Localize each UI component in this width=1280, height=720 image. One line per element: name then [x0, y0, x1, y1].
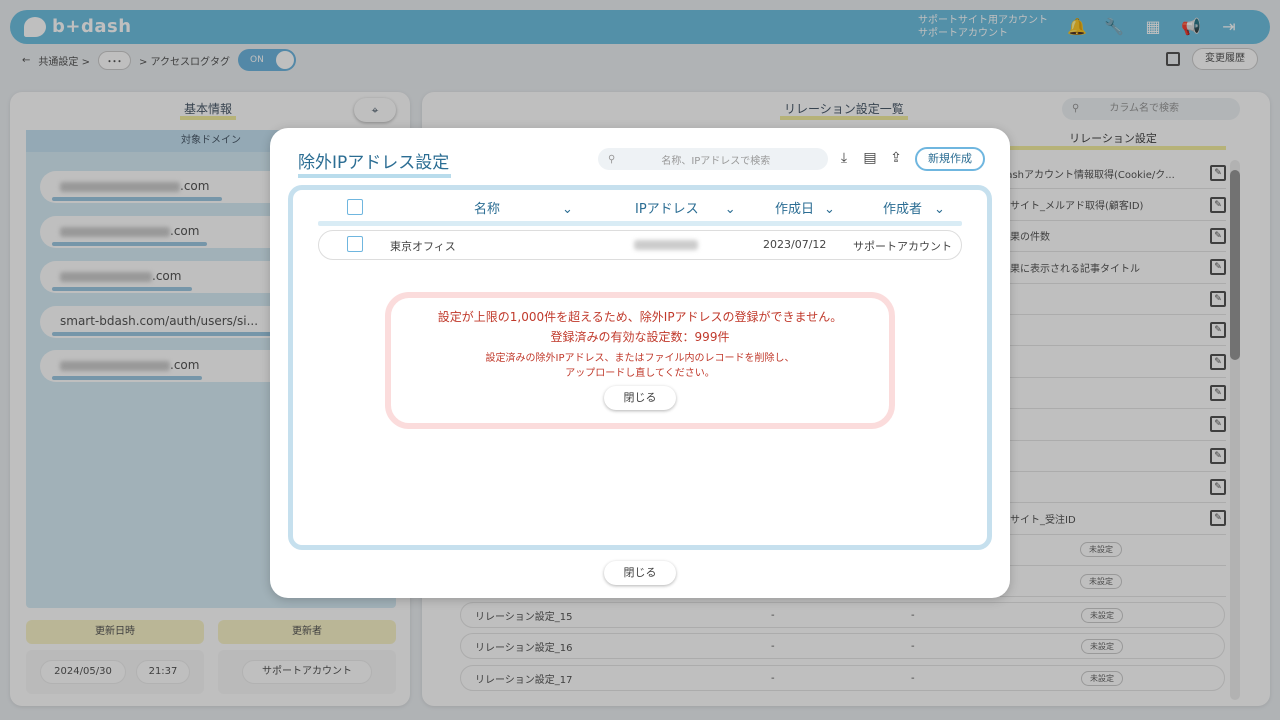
row-created: 2023/07/12 — [763, 238, 827, 251]
alert-instruction: 設定済みの除外IPアドレス、またはファイル内のレコードを削除し、 アップロードし直… — [485, 353, 795, 379]
alert-count: 登録済みの有効な設定数：999件 — [550, 330, 730, 344]
row-checkbox[interactable] — [347, 236, 363, 252]
file-icon[interactable]: ▤ — [862, 150, 878, 168]
chevron-down-icon: ⌄ — [562, 202, 573, 217]
ip-search-input[interactable]: ⚲ 名称、IPアドレスで検索 — [598, 148, 828, 170]
alert-message: 設定が上限の1,000件を超えるため、除外IPアドレスの登録ができません。 — [437, 310, 843, 324]
row-name: 東京オフィス — [390, 240, 456, 253]
select-all-checkbox[interactable] — [347, 199, 363, 215]
download-icon[interactable]: ⤓ — [836, 150, 852, 168]
col-name-header[interactable]: 名称 ⌄ — [474, 198, 573, 217]
new-create-button[interactable]: 新規作成 — [915, 147, 985, 171]
search-icon: ⚲ — [608, 153, 616, 165]
upload-icon[interactable]: ⇪ — [888, 150, 904, 168]
row-creator: サポートアカウント — [853, 240, 952, 253]
chevron-down-icon: ⌄ — [824, 202, 835, 217]
alert-close-button[interactable]: 閉じる — [604, 386, 676, 410]
chevron-down-icon: ⌄ — [724, 202, 736, 217]
blurred-ip — [634, 240, 698, 250]
table-header-line — [318, 221, 962, 226]
col-creator-header[interactable]: 作成者 ⌄ — [883, 198, 945, 217]
col-created-header[interactable]: 作成日 ⌄ — [775, 198, 835, 217]
col-ip-header[interactable]: IPアドレス ⌄ — [635, 198, 736, 217]
chevron-down-icon: ⌄ — [934, 202, 945, 217]
modal-title: 除外IPアドレス設定 — [298, 148, 452, 178]
modal-close-button[interactable]: 閉じる — [604, 561, 676, 585]
